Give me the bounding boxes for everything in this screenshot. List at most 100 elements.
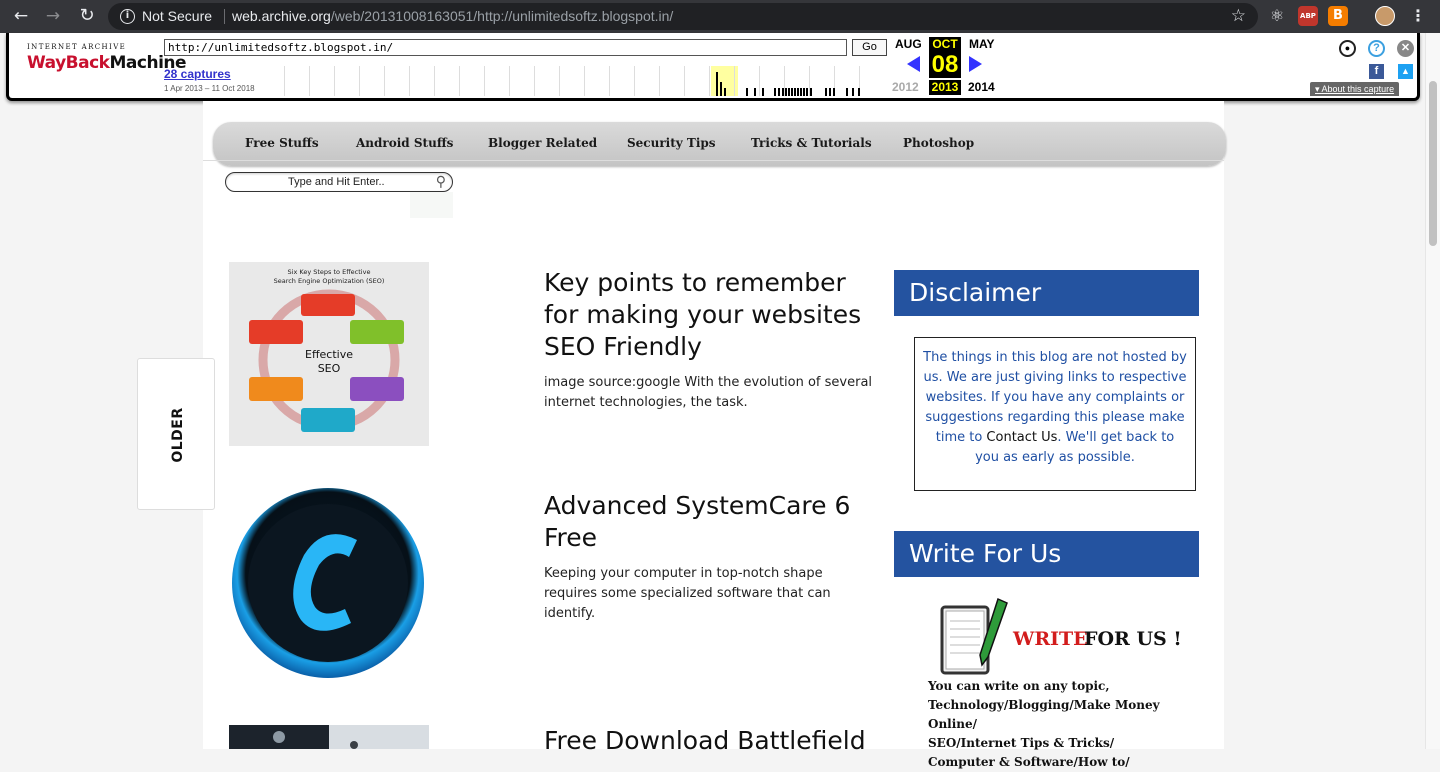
sparkline-column (534, 66, 535, 96)
capture-tick (800, 88, 802, 96)
write-line: Computer & Software/How to/ (928, 755, 1130, 769)
seo-image-center-2: SEO (318, 362, 341, 375)
sparkline-column (359, 66, 360, 96)
sparkline-column (634, 66, 635, 96)
capture-sparkline[interactable] (284, 66, 861, 96)
current-day: 08 (929, 52, 961, 78)
next-capture-arrow-icon[interactable] (969, 56, 982, 72)
capture-tick (803, 88, 805, 96)
forward-arrow-icon[interactable]: → (42, 5, 64, 27)
capture-tick (794, 88, 796, 96)
bookmark-star-icon[interactable]: ☆ (1231, 6, 1246, 26)
capture-tick (774, 88, 776, 96)
logo-internet-archive: INTERNET ARCHIVE (27, 43, 127, 51)
sparkline-column (684, 66, 685, 96)
battlefield-image[interactable] (229, 725, 429, 749)
post-title[interactable]: Advanced SystemCare 6 Free (544, 490, 874, 554)
nav-item-tricks-tutorials[interactable]: Tricks & Tutorials (751, 136, 872, 150)
next-year-label[interactable]: 2014 (968, 80, 995, 94)
seo-steps-image[interactable]: Six Key Steps to Effective Search Engine… (229, 262, 429, 446)
nav-item-android-stuffs[interactable]: Android Stuffs (356, 136, 453, 150)
go-button[interactable]: Go (852, 39, 887, 56)
write-line: Technology/Blogging/Make Money Online/ (928, 698, 1160, 731)
seo-image-heading-1: Six Key Steps to Effective (288, 268, 371, 276)
current-month-label: OCT (929, 37, 961, 52)
capture-tick (810, 88, 812, 96)
profile-avatar[interactable] (1375, 6, 1395, 26)
twitter-icon[interactable]: ▲ (1398, 64, 1413, 79)
facebook-icon[interactable]: f (1369, 64, 1384, 79)
nav-item-blogger-related[interactable]: Blogger Related (488, 136, 597, 150)
capture-tick (788, 88, 790, 96)
capture-tick (746, 88, 748, 96)
search-backdrop (410, 192, 453, 218)
capture-tick (806, 88, 808, 96)
contact-us-link[interactable]: Contact Us (986, 430, 1057, 445)
search-icon[interactable]: ⚲ (436, 174, 446, 190)
capture-tick (852, 88, 854, 96)
sparkline-column (709, 66, 710, 96)
capture-tick (791, 88, 793, 96)
wayback-url-input[interactable] (164, 39, 847, 56)
sparkline-column (409, 66, 410, 96)
sparkline-column (484, 66, 485, 96)
address-bar[interactable]: i Not Secure web.archive.org/web/2013100… (108, 3, 1258, 30)
sparkline-column (609, 66, 610, 96)
advanced-systemcare-logo-image[interactable] (229, 485, 429, 685)
capture-tick (720, 82, 722, 96)
captures-link[interactable]: 28 captures (164, 67, 231, 81)
capture-tick (782, 88, 784, 96)
older-posts-button[interactable]: OLDER (137, 358, 215, 510)
write-for-us-heading: Write For Us (894, 531, 1199, 577)
prev-capture-arrow-icon[interactable] (907, 56, 920, 72)
about-capture-link[interactable]: ▾ About this capture (1310, 82, 1400, 96)
close-icon[interactable]: ✕ (1397, 40, 1414, 57)
sparkline-column (284, 66, 285, 96)
wayback-logo[interactable]: INTERNET ARCHIVE WayBackMachine (27, 43, 187, 81)
wayback-toolbar: INTERNET ARCHIVE WayBackMachine Go 28 ca… (6, 33, 1420, 101)
sparkline-column (509, 66, 510, 96)
security-label[interactable]: Not Secure (142, 8, 212, 24)
post-excerpt: Keeping your computer in top-notch shape… (544, 566, 831, 621)
capture-tick (797, 88, 799, 96)
capture-tick (825, 88, 827, 96)
info-icon[interactable]: i (120, 9, 135, 24)
scrollbar-thumb[interactable] (1429, 81, 1437, 246)
write-line: SEO/Internet Tips & Tricks/ (928, 736, 1115, 750)
write-for-us-banner[interactable]: WRITE FOR US ! (930, 597, 1180, 677)
capture-tick (785, 88, 787, 96)
post-title[interactable]: Key points to remember for making your w… (544, 267, 874, 363)
sparkline-column (659, 66, 660, 96)
post-title[interactable]: Free Download Battlefield (544, 725, 874, 757)
nav-item-free-stuffs[interactable]: Free Stuffs (245, 136, 319, 150)
capture-tick (778, 88, 780, 96)
prev-month-label[interactable]: AUG (895, 37, 922, 51)
disclaimer-box: The things in this blog are not hosted b… (914, 337, 1196, 491)
adblock-icon[interactable]: ABP (1298, 6, 1318, 26)
capture-tick (829, 88, 831, 96)
write-line: You can write on any topic, (928, 679, 1110, 693)
url-host: web.archive.org (232, 8, 331, 24)
browser-menu-icon[interactable]: ⋮ (1408, 6, 1428, 26)
divider (224, 9, 225, 24)
capture-tick (858, 88, 860, 96)
search-input[interactable]: Type and Hit Enter.. ⚲ (225, 172, 453, 192)
reload-icon[interactable]: ↻ (76, 5, 98, 27)
user-icon[interactable]: ● (1339, 40, 1356, 57)
capture-tick (716, 72, 718, 96)
nav-item-security-tips[interactable]: Security Tips (627, 136, 716, 150)
capture-date-range: 1 Apr 2013 – 11 Oct 2018 (164, 84, 255, 93)
nav-item-photoshop[interactable]: Photoshop (903, 136, 974, 150)
blogger-icon[interactable]: B (1328, 6, 1348, 26)
capture-tick (754, 88, 756, 96)
post-excerpt: image source:google With the evolution o… (544, 375, 873, 410)
logo-wayback-machine: WayBackMachine (27, 53, 187, 73)
banner-write-text: WRITE (1012, 628, 1088, 650)
help-icon[interactable]: ? (1368, 40, 1385, 57)
address-url[interactable]: web.archive.org/web/20131008163051/http:… (232, 8, 673, 24)
back-arrow-icon[interactable]: ← (10, 5, 32, 27)
capture-tick (846, 88, 848, 96)
page-scrollbar[interactable] (1425, 33, 1440, 749)
next-month-label[interactable]: MAY (969, 37, 995, 51)
react-devtools-icon[interactable]: ⚛ (1267, 6, 1287, 26)
